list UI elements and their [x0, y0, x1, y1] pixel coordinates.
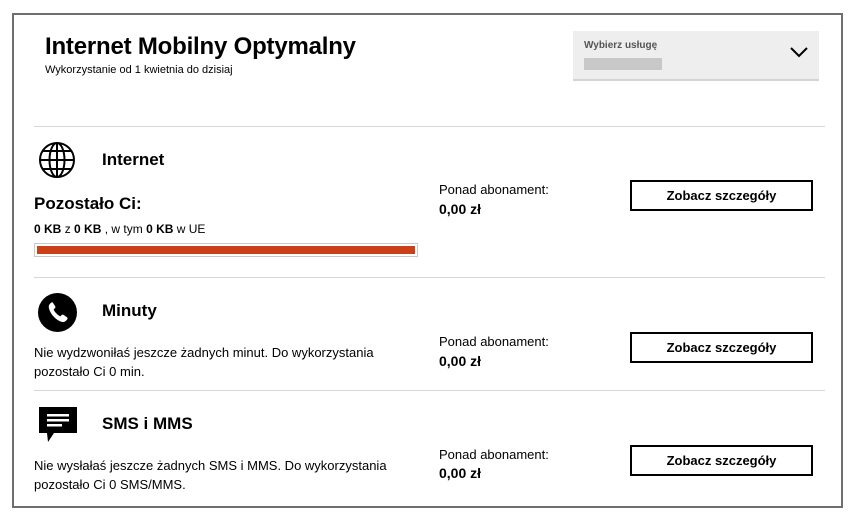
page-subtitle: Wykorzystanie od 1 kwietnia do dzisiaj — [45, 64, 233, 76]
data-progress-bar — [34, 243, 418, 257]
minutes-extra-value: 0,00 zł — [439, 353, 482, 369]
data-total: 0 KB — [74, 222, 102, 236]
divider — [34, 390, 825, 391]
minutes-extra-label: Ponad abonament: — [439, 334, 549, 349]
internet-details-button[interactable]: Zobacz szczegóły — [630, 180, 813, 211]
chevron-down-icon[interactable] — [789, 45, 809, 59]
data-used: 0 KB — [34, 222, 62, 236]
data-progress-fill — [37, 246, 415, 254]
globe-icon — [39, 142, 75, 178]
internet-extra-label: Ponad abonament: — [439, 182, 549, 197]
eu-suffix: w UE — [176, 222, 206, 236]
remaining-heading: Pozostało Ci: — [34, 194, 142, 213]
internet-extra-value: 0,00 zł — [439, 201, 482, 217]
divider — [34, 126, 825, 127]
phone-icon — [38, 293, 77, 332]
minutes-details-button[interactable]: Zobacz szczegóły — [630, 332, 813, 363]
sms-section-title: SMS i MMS — [102, 414, 193, 433]
service-select[interactable]: Wybierz usługę — [573, 31, 819, 81]
data-eu: 0 KB — [146, 222, 174, 236]
message-icon — [39, 407, 77, 442]
in-that-label: , w tym — [104, 222, 143, 236]
sms-details-button[interactable]: Zobacz szczegóły — [630, 445, 813, 476]
data-usage-line: 0 KB z 0 KB , w tym 0 KB w UE — [34, 222, 205, 236]
sms-extra-label: Ponad abonament: — [439, 447, 549, 462]
usage-panel: Internet Mobilny Optymalny Wykorzystanie… — [12, 13, 843, 508]
minutes-section-title: Minuty — [102, 301, 157, 320]
divider — [34, 277, 825, 278]
service-select-value-placeholder — [584, 58, 662, 70]
sms-description: Nie wysłałaś jeszcze żadnych SMS i MMS. … — [34, 458, 387, 492]
page-title: Internet Mobilny Optymalny — [45, 33, 356, 60]
minutes-description: Nie wydzwoniłaś jeszcze żadnych minut. D… — [34, 345, 374, 379]
sms-extra-value: 0,00 zł — [439, 465, 482, 481]
of-word: z — [64, 222, 71, 236]
internet-section-title: Internet — [102, 150, 165, 169]
service-select-label: Wybierz usługę — [584, 40, 658, 51]
